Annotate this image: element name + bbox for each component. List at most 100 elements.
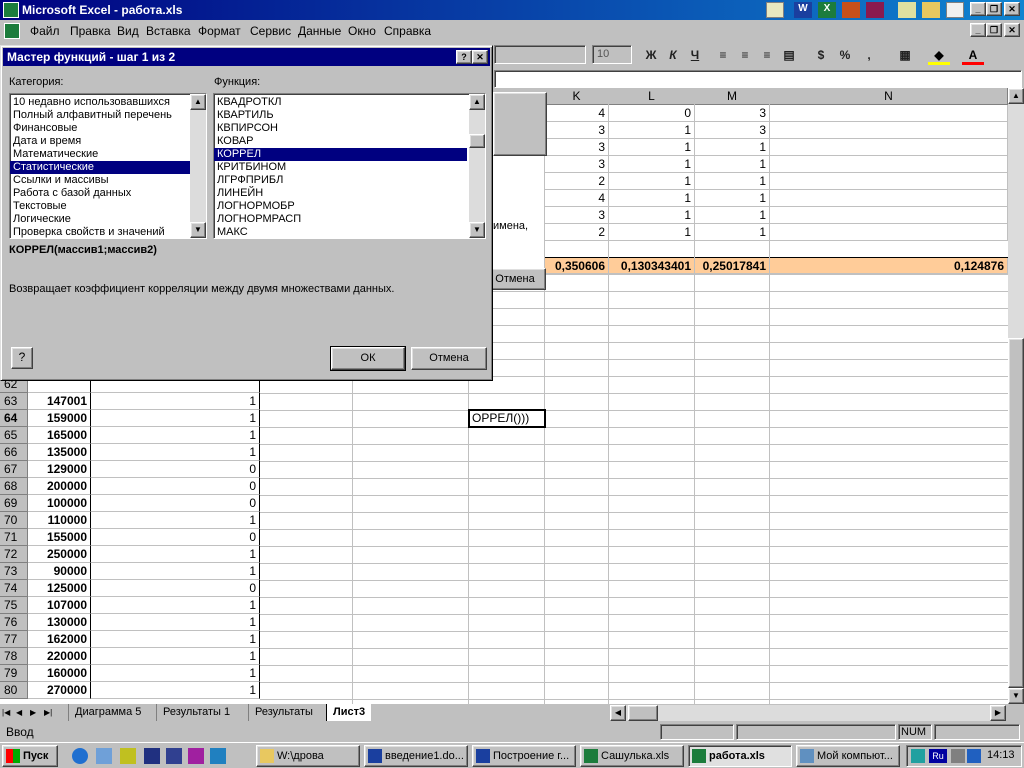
table-cell[interactable]: 160000 xyxy=(28,665,91,682)
table-cell[interactable]: 1 xyxy=(695,156,770,173)
result-cell-l[interactable]: 0,25017841 xyxy=(695,258,770,274)
borders-icon[interactable]: ▦ xyxy=(894,45,916,65)
table-cell[interactable]: 1 xyxy=(91,427,260,444)
row-header[interactable]: 72 xyxy=(0,546,28,563)
table-cell[interactable]: 1 xyxy=(91,444,260,461)
row-header[interactable]: 67 xyxy=(0,461,28,478)
merge-center-icon[interactable]: ▤ xyxy=(778,45,800,65)
category-item[interactable]: Статистические xyxy=(10,161,190,174)
cancel-button[interactable]: Отмена xyxy=(411,347,487,370)
table-cell[interactable]: 1 xyxy=(91,682,260,699)
word-icon[interactable]: W xyxy=(794,2,812,18)
result-cell-n[interactable]: 0,124876 xyxy=(770,258,1008,274)
function-item[interactable]: КВАРТИЛЬ xyxy=(214,109,467,122)
hscroll-right-icon[interactable]: ▶ xyxy=(990,705,1006,721)
table-cell[interactable]: 1 xyxy=(695,173,770,190)
table-cell[interactable]: 1 xyxy=(91,648,260,665)
tab-nav-last-icon[interactable]: ▶| xyxy=(44,706,56,720)
table-cell[interactable]: 1 xyxy=(609,139,695,156)
table-cell[interactable]: 3 xyxy=(545,122,609,139)
tray-lang-icon[interactable]: Ru xyxy=(929,749,947,763)
function-scrollbar[interactable]: ▲ ▼ xyxy=(469,94,485,238)
table-cell[interactable]: 1 xyxy=(695,207,770,224)
table-cell[interactable] xyxy=(770,139,1008,156)
table-cell[interactable] xyxy=(770,190,1008,207)
menu-file[interactable]: Файл xyxy=(30,24,60,38)
function-listbox[interactable]: КВАДРОТКЛ КВАРТИЛЬ КВПИРСОН КОВАР КОРРЕЛ КРИТ… xyxy=(213,93,486,239)
tab-nav-first-icon[interactable]: |◀ xyxy=(2,706,14,720)
column-header-m[interactable]: M xyxy=(695,88,770,105)
menu-edit[interactable]: Правка xyxy=(70,24,111,38)
outlook-icon[interactable] xyxy=(766,2,784,18)
task-vvedenie[interactable]: введение1.do... xyxy=(364,745,468,767)
table-cell[interactable]: 270000 xyxy=(28,682,91,699)
table-cell[interactable]: 130000 xyxy=(28,614,91,631)
function-scroll-up-icon[interactable]: ▲ xyxy=(469,94,485,110)
table-cell[interactable]: 1 xyxy=(91,512,260,529)
align-right-icon[interactable]: ≡ xyxy=(756,45,778,65)
table-cell[interactable]: 3 xyxy=(695,122,770,139)
sound-icon[interactable] xyxy=(946,2,964,18)
row-header[interactable]: 69 xyxy=(0,495,28,512)
function-item[interactable]: КВПИРСОН xyxy=(214,122,467,135)
table-cell[interactable]: 110000 xyxy=(28,512,91,529)
table-cell[interactable]: 0 xyxy=(609,105,695,122)
doc-close-icon[interactable]: ✕ xyxy=(1004,23,1020,37)
row-header[interactable]: 70 xyxy=(0,512,28,529)
row-header[interactable]: 68 xyxy=(0,478,28,495)
font-name-box[interactable] xyxy=(494,45,586,64)
workbook-icon[interactable] xyxy=(4,23,20,39)
category-scroll-up-icon[interactable]: ▲ xyxy=(190,94,206,110)
category-item[interactable]: Логические xyxy=(10,213,190,226)
tab-nav-next-icon[interactable]: ▶ xyxy=(30,706,42,720)
row-header[interactable]: 78 xyxy=(0,648,28,665)
comma-icon[interactable]: , xyxy=(858,45,880,65)
currency-icon[interactable]: $ xyxy=(810,45,832,65)
result-cell-k[interactable]: 0,130343401 xyxy=(609,258,695,274)
task-drivers[interactable]: W:\дрова xyxy=(256,745,360,767)
hscroll-thumb[interactable] xyxy=(628,705,658,721)
table-cell[interactable]: 2 xyxy=(545,173,609,190)
function-item[interactable]: КОРРЕЛ xyxy=(214,148,467,161)
align-left-icon[interactable]: ≡ xyxy=(712,45,734,65)
category-item[interactable]: Дата и время xyxy=(10,135,190,148)
row-header[interactable]: 66 xyxy=(0,444,28,461)
active-cell[interactable]: ОРРЕЛ())) xyxy=(468,409,546,428)
table-cell[interactable]: 107000 xyxy=(28,597,91,614)
table-cell[interactable]: 135000 xyxy=(28,444,91,461)
excel-app-icon[interactable] xyxy=(3,2,19,18)
table-cell[interactable]: 1 xyxy=(91,410,260,427)
outlook-express-icon[interactable] xyxy=(96,748,112,764)
excel-icon[interactable]: X xyxy=(818,2,836,18)
dialog-close-icon[interactable]: ✕ xyxy=(472,50,488,64)
table-cell[interactable]: 0 xyxy=(91,529,260,546)
underline-icon[interactable]: Ч xyxy=(684,45,706,65)
tab-chart-5[interactable]: Диаграмма 5 xyxy=(68,704,147,721)
row-header[interactable]: 63 xyxy=(0,393,28,410)
table-cell[interactable]: 3 xyxy=(545,156,609,173)
function-item[interactable]: ЛИНЕЙН xyxy=(214,187,467,200)
menu-data[interactable]: Данные xyxy=(298,24,341,38)
menu-format[interactable]: Формат xyxy=(198,24,241,38)
menu-help[interactable]: Справка xyxy=(384,24,431,38)
table-cell[interactable]: 1 xyxy=(609,224,695,241)
network-icon[interactable] xyxy=(210,748,226,764)
function-item[interactable]: ЛОГНОРМРАСП xyxy=(214,213,467,226)
table-cell[interactable]: 1 xyxy=(695,224,770,241)
vertical-scrollbar[interactable]: ▲ ▼ xyxy=(1008,88,1024,704)
table-cell[interactable]: 165000 xyxy=(28,427,91,444)
task-sashulka[interactable]: Сашулька.xls xyxy=(580,745,684,767)
behind-cancel-button[interactable]: Отмена xyxy=(484,268,546,290)
table-cell[interactable]: 129000 xyxy=(28,461,91,478)
table-cell[interactable]: 155000 xyxy=(28,529,91,546)
category-scroll-down-icon[interactable]: ▼ xyxy=(190,222,206,238)
category-listbox[interactable]: 10 недавно использовавшихся Полный алфави… xyxy=(9,93,207,239)
row-header[interactable]: 79 xyxy=(0,665,28,682)
menu-tools[interactable]: Сервис xyxy=(250,24,291,38)
table-cell[interactable] xyxy=(770,207,1008,224)
save-icon[interactable] xyxy=(144,748,160,764)
row-header[interactable]: 73 xyxy=(0,563,28,580)
function-item[interactable]: КОВАР xyxy=(214,135,467,148)
function-item[interactable]: МАКС xyxy=(214,226,467,239)
access-icon[interactable] xyxy=(866,2,884,18)
